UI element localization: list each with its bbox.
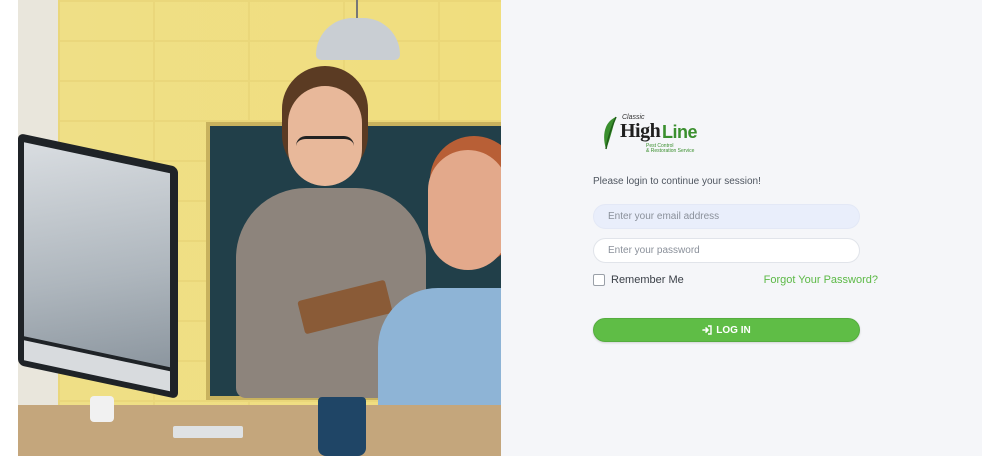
login-button[interactable]: LOG IN [593, 318, 860, 342]
sign-in-icon [702, 325, 712, 335]
logo-main-text: High [620, 120, 661, 142]
monitor-screen [24, 142, 170, 368]
logo-accent-text: Line [662, 122, 698, 142]
plant-pot [90, 396, 114, 422]
lamp-cord [356, 0, 358, 20]
glasses [296, 136, 354, 157]
forgot-password-link[interactable]: Forgot Your Password? [764, 274, 878, 286]
man-head [428, 150, 501, 270]
hero-photo [18, 0, 501, 456]
password-input[interactable] [593, 238, 860, 263]
remember-me[interactable]: Remember Me [593, 274, 684, 286]
email-input[interactable] [593, 204, 860, 229]
login-prompt: Please login to continue your session! [593, 176, 761, 187]
logo-subtext: Pest Control & Restoration Service [646, 144, 694, 154]
login-button-label: LOG IN [716, 324, 751, 336]
keyboard [173, 426, 243, 438]
login-panel: Classic High Line Pest Control & Restora… [501, 0, 982, 456]
remember-checkbox[interactable] [593, 274, 605, 286]
company-logo: Classic High Line Pest Control & Restora… [602, 114, 702, 154]
remember-label: Remember Me [611, 274, 684, 286]
desktop-monitor [18, 132, 178, 400]
coffee-mug [318, 397, 366, 456]
logo-subtext-2: & Restoration Service [646, 148, 695, 154]
page-frame: Classic High Line Pest Control & Restora… [18, 0, 982, 456]
leaf-icon [604, 116, 617, 150]
